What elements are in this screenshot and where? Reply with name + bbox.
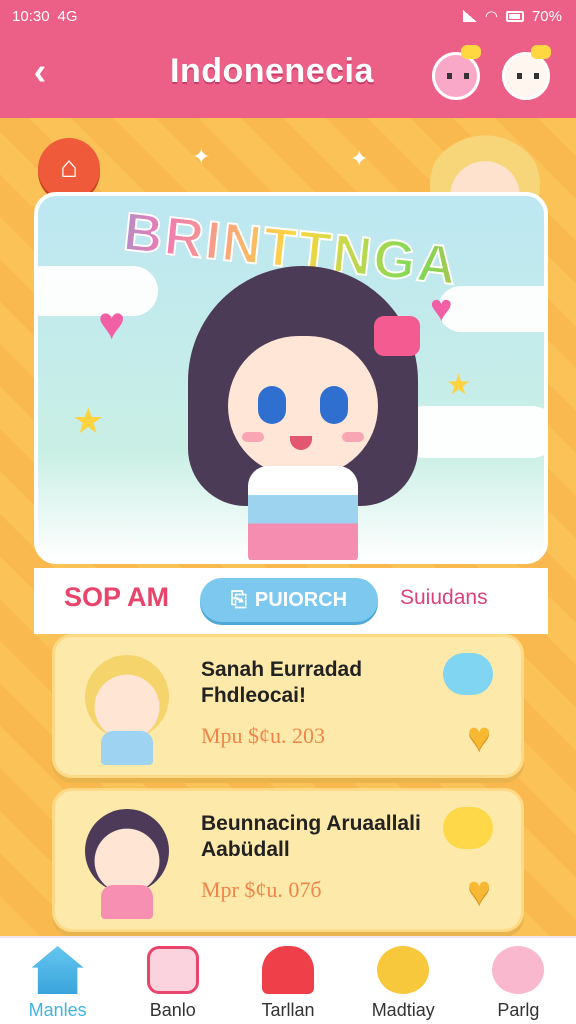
nav-label: Madtiay — [371, 1000, 435, 1020]
nav-label: Banlo — [149, 1000, 196, 1020]
nav-label: Tarllan — [261, 1000, 315, 1020]
item-title: Sanah Eurradad Fhdleocai! — [201, 658, 363, 707]
nav-item-madtiay[interactable]: Madtiay — [346, 938, 461, 1024]
hero-banner[interactable]: BRINTTNGA ♥ ♥ ★ ★ — [34, 192, 548, 564]
arrow-left-icon: ‹ — [33, 51, 47, 93]
filter-bar: SOP AM ⎘ PUIORCH Suiudans — [34, 568, 548, 634]
list-item[interactable]: Sanah Eurradad Fhdleocai! Mpu $¢u. 203 ♥ — [52, 634, 524, 778]
nav-label: Parlg — [497, 1000, 540, 1020]
item-price: Mpu $¢u. 203 — [201, 723, 326, 748]
star-icon: ✦ — [350, 146, 369, 171]
bag-icon: ⎘ — [230, 588, 247, 611]
pink-mascot-icon[interactable] — [432, 45, 481, 100]
star-icon: ✦ — [192, 144, 211, 169]
heart-icon: ♥ — [430, 288, 453, 330]
star-icon: ★ — [72, 400, 105, 441]
shop-icon — [262, 946, 314, 994]
nav-label: Manles — [28, 1000, 87, 1020]
character-thumbnail — [71, 801, 183, 921]
filter-sop-am[interactable]: SOP AM — [64, 582, 169, 613]
filter-puiorch-pill[interactable]: ⎘ PUIORCH — [200, 578, 378, 622]
pig-icon — [492, 946, 545, 994]
item-price: Mpr $¢u. 07б — [201, 877, 322, 902]
status-bar: 10:30 4G ◠ 70% — [0, 0, 576, 32]
filter-pill-label: PUIORCH — [254, 588, 348, 611]
network-label: 4G — [57, 7, 78, 25]
app-bar: ‹ Indonenecia — [0, 32, 576, 118]
favorite-heart-icon[interactable]: ♥ — [467, 869, 491, 913]
battery-level: 70% — [531, 7, 562, 25]
nav-item-manles[interactable]: Manles — [0, 938, 115, 1024]
favorite-heart-icon[interactable]: ♥ — [467, 715, 491, 759]
nav-item-banlo[interactable]: Banlo — [115, 938, 230, 1024]
battery-icon — [505, 10, 524, 22]
house-icon: ⌂ — [59, 151, 79, 184]
item-title: Beunnacing Aruaallali Aabüdall — [201, 812, 421, 861]
signal-icon — [462, 10, 477, 22]
blue-creature-icon — [443, 653, 493, 695]
bottom-navigation: Manles Banlo Tarllan Madtiay Parlg — [0, 936, 576, 1024]
star-icon: ★ — [446, 369, 472, 400]
nav-item-tarllan[interactable]: Tarllan — [230, 938, 345, 1024]
home-icon — [31, 946, 84, 994]
heart-icon: ♥ — [98, 297, 126, 349]
yellow-creature-icon — [443, 807, 493, 849]
bear-icon — [377, 946, 430, 994]
anime-girl-illustration — [178, 266, 428, 560]
back-button[interactable]: ‹ — [18, 52, 62, 96]
filter-suiudans[interactable]: Suiudans — [400, 586, 488, 610]
status-time: 10:30 — [12, 7, 50, 25]
list-item[interactable]: Beunnacing Aruaallali Aabüdall Mpr $¢u. … — [52, 788, 524, 932]
wifi-icon: ◠ — [484, 8, 498, 25]
gift-box-icon — [146, 946, 199, 994]
white-mascot-icon[interactable] — [502, 45, 551, 100]
character-thumbnail — [71, 647, 183, 767]
page-title: Indonenecia — [170, 52, 374, 90]
nav-item-parlg[interactable]: Parlg — [461, 938, 576, 1024]
home-button[interactable]: ⌂ — [38, 138, 100, 200]
